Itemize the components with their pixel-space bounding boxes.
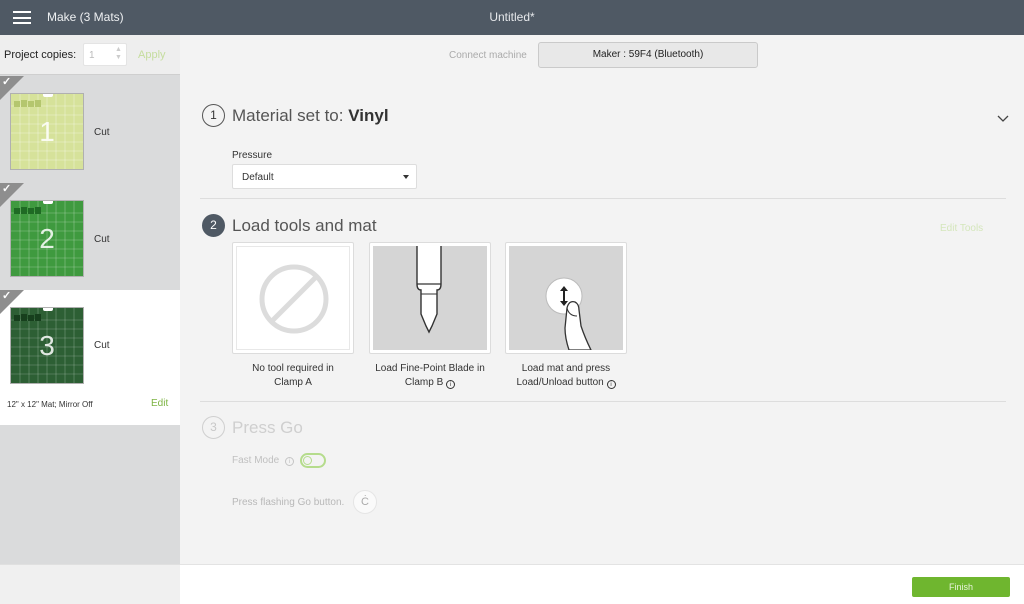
mat-action-label: Cut	[94, 127, 110, 138]
mat-item-1[interactable]: ✓ 1 Cut	[0, 76, 180, 183]
mat-design-shapes	[14, 207, 41, 214]
mat-design-shapes	[14, 314, 41, 321]
make-screen-main: Connect machine Maker : 59F4 (Bluetooth)…	[180, 35, 1024, 564]
tool-card-clamp-a	[232, 242, 354, 354]
no-tool-icon	[259, 264, 329, 334]
project-copies-input[interactable]: 1 ▲ ▼	[83, 43, 127, 66]
pressure-value: Default	[242, 172, 274, 183]
top-bar: Make (3 Mats) Untitled*	[0, 0, 1024, 35]
connect-machine-label: Connect machine	[449, 50, 527, 61]
tool-caption-clamp-b: Load Fine-Point Blade in Clamp B i	[365, 362, 495, 390]
info-icon[interactable]: i	[285, 457, 294, 466]
mat-sidebar: Project copies: 1 ▲ ▼ Apply ✓ 1 Cut ✓ 2 …	[0, 35, 180, 564]
step-3-title: Press Go	[232, 418, 303, 437]
tool-card-image	[236, 246, 350, 350]
info-icon[interactable]: i	[446, 380, 456, 389]
mat-number: 3	[39, 330, 55, 361]
mat-design-shapes	[14, 100, 41, 107]
finish-button[interactable]: Finish	[912, 577, 1010, 597]
mat-thumbnail[interactable]: 2	[10, 200, 84, 277]
step-2-title: Load tools and mat	[232, 216, 377, 235]
load-mat-icon	[545, 277, 593, 351]
step-3-number: 3	[202, 416, 225, 439]
apply-button[interactable]: Apply	[138, 49, 166, 61]
mat-thumbnail[interactable]: 3	[10, 307, 84, 384]
tool-card-clamp-b	[369, 242, 491, 354]
project-copies-row: Project copies: 1 ▲ ▼ Apply	[0, 35, 180, 75]
dropdown-caret-icon	[403, 175, 409, 179]
mat-number: 2	[39, 223, 55, 254]
step-2-number: 2	[202, 214, 225, 237]
tool-caption-line: Load mat and press	[521, 363, 611, 374]
toggle-knob	[303, 456, 312, 465]
checkmark-icon: ✓	[2, 76, 12, 88]
fast-mode-toggle[interactable]	[300, 453, 326, 468]
edit-tools-link[interactable]: Edit Tools	[940, 223, 983, 234]
mat-number: 1	[39, 116, 55, 147]
tool-caption-line: No tool required in	[252, 363, 334, 374]
divider	[200, 401, 1006, 402]
divider	[200, 198, 1006, 199]
mat-item-2[interactable]: ✓ 2 Cut	[0, 183, 180, 290]
mat-edit-link[interactable]: Edit	[151, 398, 168, 409]
mat-tab	[43, 94, 53, 97]
sidebar-footer	[0, 564, 180, 604]
tool-caption-line: Load Fine-Point Blade in	[375, 363, 485, 374]
pressure-label: Pressure	[232, 150, 273, 161]
tool-card-load-mat	[505, 242, 627, 354]
info-icon[interactable]: i	[606, 380, 616, 389]
tool-caption-line: Load/Unload button	[516, 377, 604, 388]
checkmark-icon: ✓	[2, 183, 12, 195]
tool-caption-load-mat: Load mat and press Load/Unload button i	[501, 362, 631, 390]
tool-caption-line: Clamp B	[404, 377, 444, 388]
press-go-instruction: Press flashing Go button.	[232, 497, 345, 508]
mat-size-info: 12" x 12" Mat; Mirror Off	[7, 400, 93, 409]
tool-caption-clamp-a: No tool required in Clamp A	[228, 362, 358, 390]
project-copies-value: 1	[89, 50, 95, 61]
tool-card-image	[509, 246, 623, 351]
fine-point-blade-icon	[416, 246, 442, 334]
document-title: Untitled*	[489, 10, 535, 24]
checkmark-icon: ✓	[2, 290, 12, 302]
mat-action-label: Cut	[94, 340, 110, 351]
go-button-icon: Ċ	[353, 490, 377, 514]
pressure-dropdown[interactable]: Default	[232, 164, 417, 189]
tool-card-image	[373, 246, 487, 350]
material-prefix: Material set to:	[232, 106, 349, 125]
tool-caption-line: Clamp A	[274, 377, 312, 388]
project-copies-label: Project copies:	[4, 49, 77, 61]
footer-bar: Finish	[180, 564, 1024, 604]
mat-tab	[43, 201, 53, 204]
chevron-down-icon[interactable]	[996, 111, 1010, 125]
copies-stepper-icon[interactable]: ▲ ▼	[114, 46, 123, 63]
mat-item-3[interactable]: ✓ 3 Cut 12" x 12" Mat; Mirror Off Edit	[0, 290, 180, 425]
step-1-number: 1	[202, 104, 225, 127]
fast-mode-label: Fast Mode	[232, 455, 280, 466]
mat-action-label: Cut	[94, 234, 110, 245]
mat-tab	[43, 308, 53, 311]
mat-thumbnail[interactable]: 1	[10, 93, 84, 170]
machine-select-button[interactable]: Maker : 59F4 (Bluetooth)	[538, 42, 758, 68]
step-1-title: Material set to: Vinyl	[232, 106, 389, 126]
material-name: Vinyl	[348, 106, 389, 125]
